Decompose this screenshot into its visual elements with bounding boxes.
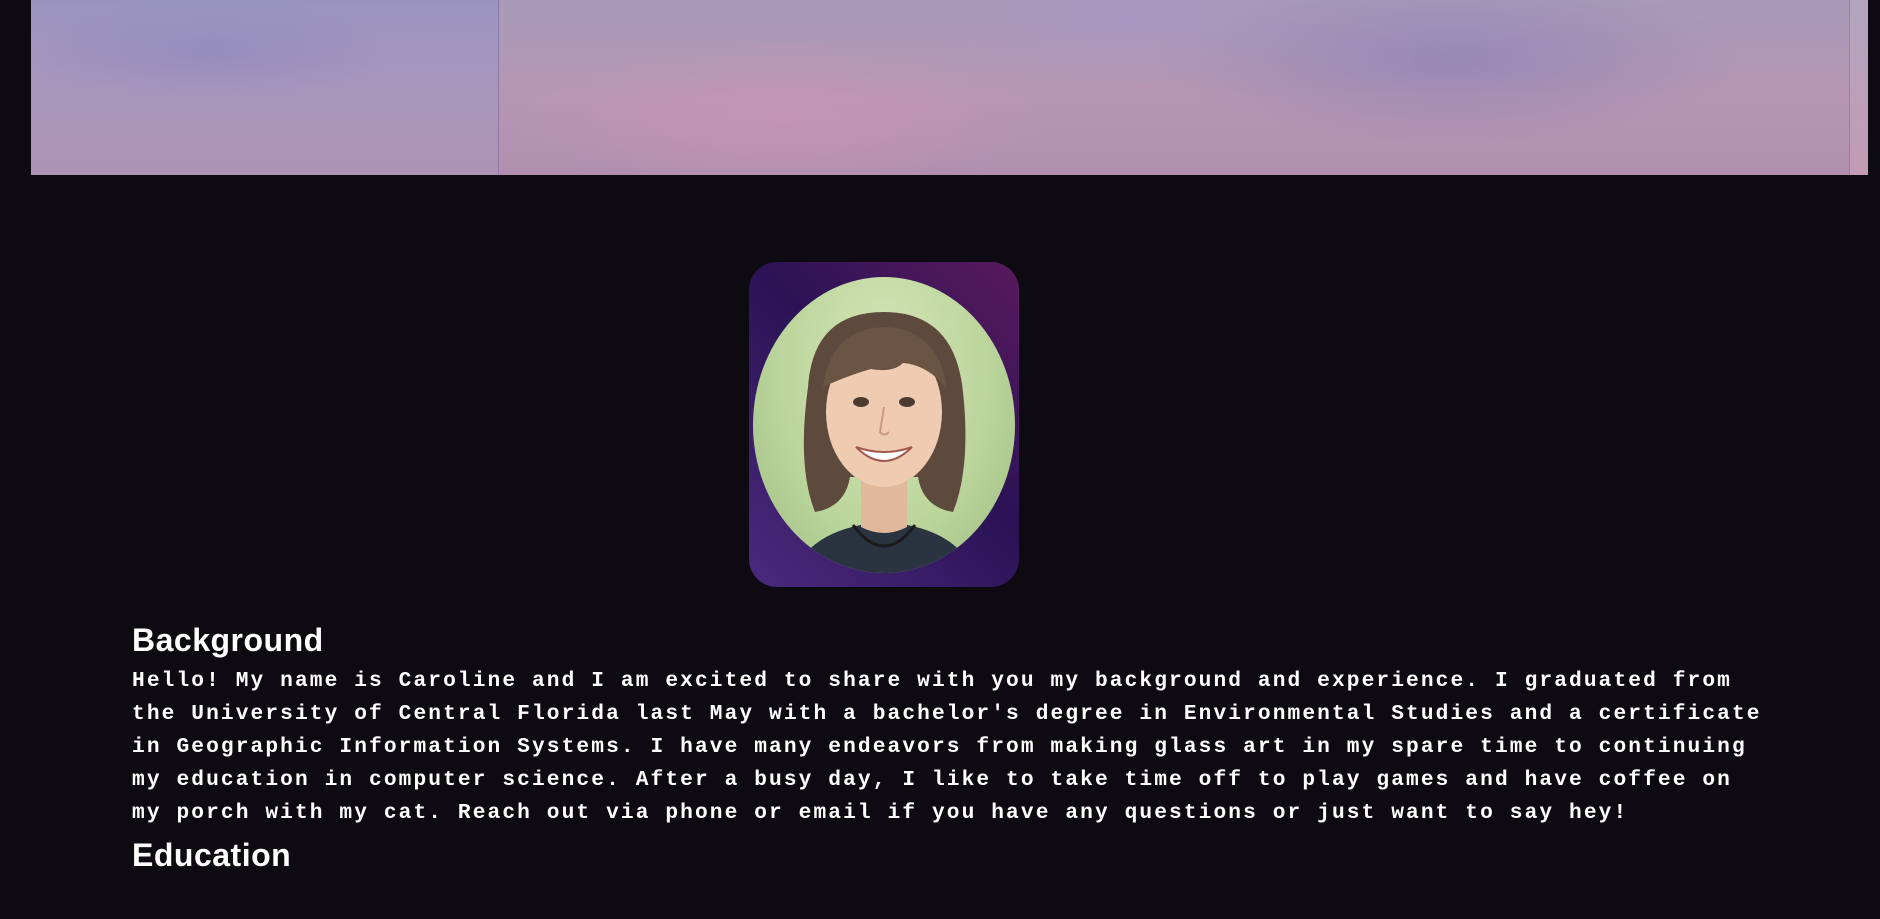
education-heading: Education [132,837,292,873]
background-paragraph: Hello! My name is Caroline and I am exci… [132,669,1762,825]
background-heading: Background [132,622,324,658]
about-content: Background Hello! My name is Caroline an… [132,615,1782,880]
banner-right-panel [1849,0,1868,175]
profile-photo [753,277,1015,573]
banner-left-panel [31,0,499,175]
portrait-illustration [793,312,975,573]
page: Background Hello! My name is Caroline an… [0,0,1880,919]
header-banner-image [31,0,1868,175]
profile-photo-frame [749,262,1019,587]
